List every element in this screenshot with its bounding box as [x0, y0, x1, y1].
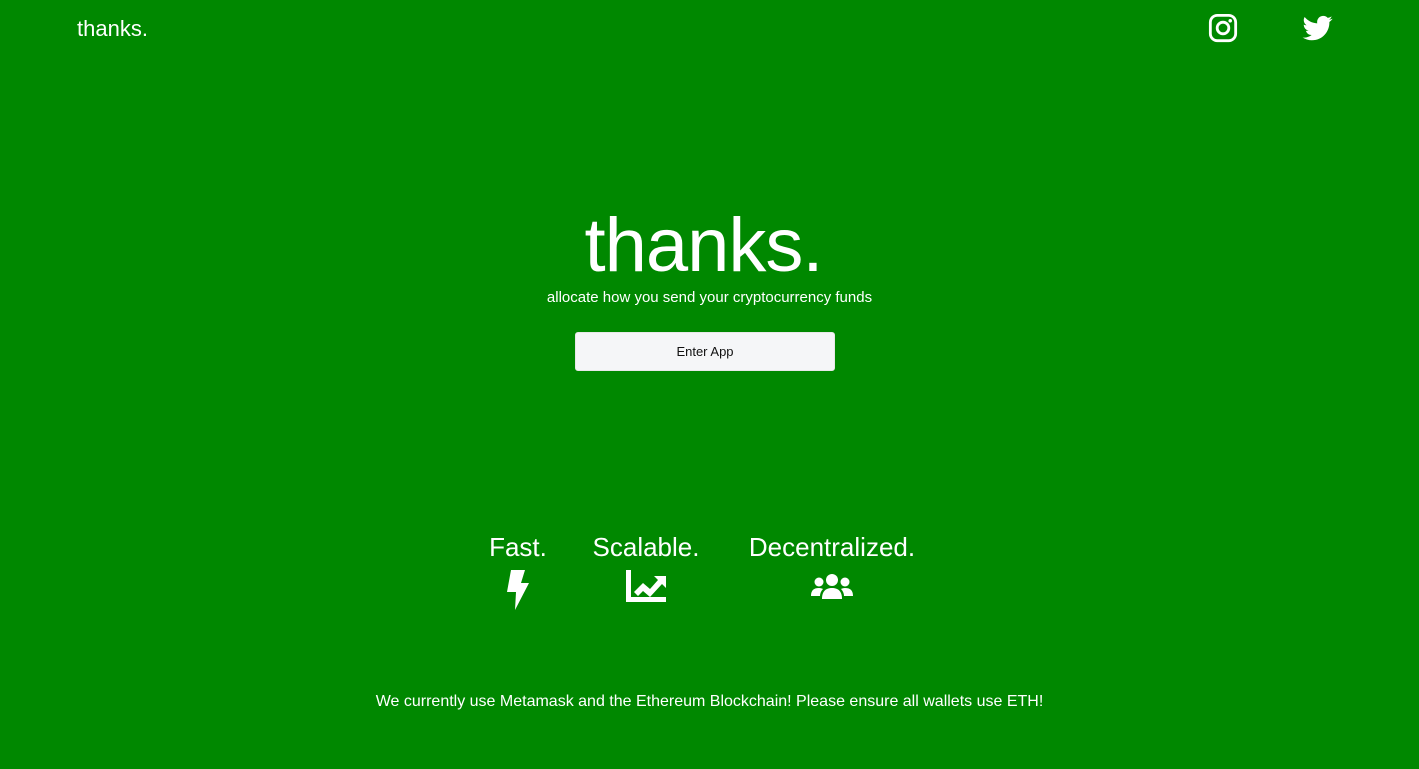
instagram-icon — [1208, 13, 1238, 43]
feature-label: Fast. — [489, 532, 547, 562]
hero-title: thanks. — [584, 203, 823, 288]
footer-note: We currently use Metamask and the Ethere… — [375, 693, 1044, 710]
nav-logo[interactable]: thanks. — [77, 15, 148, 43]
hero-section: thanks. allocate how you send your crypt… — [0, 200, 1419, 308]
hero-subtitle: allocate how you send your cryptocurrenc… — [546, 289, 873, 306]
chart-line-icon — [626, 570, 666, 602]
twitter-link[interactable] — [1302, 13, 1334, 43]
feature-label: Decentralized. — [748, 532, 916, 562]
instagram-link[interactable] — [1207, 13, 1239, 43]
feature-fast: Fast. — [480, 530, 556, 610]
users-group-icon — [811, 574, 853, 599]
feature-scalable: Scalable. — [585, 530, 707, 602]
feature-label: Scalable. — [592, 532, 700, 562]
feature-decentralized: Decentralized. — [740, 530, 924, 602]
enter-app-button[interactable]: Enter App — [575, 332, 835, 371]
lightning-bolt-icon — [507, 570, 529, 610]
twitter-icon — [1302, 15, 1333, 41]
